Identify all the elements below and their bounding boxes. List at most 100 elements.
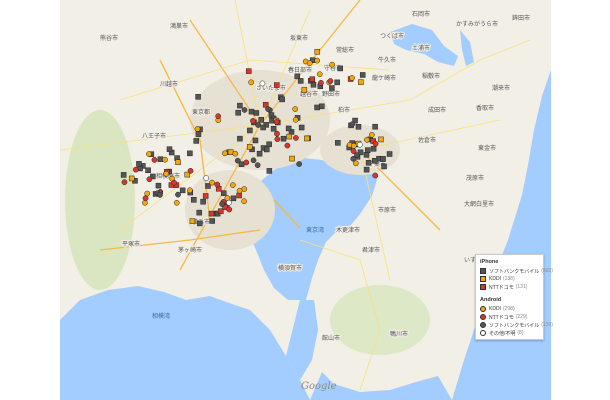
marker-square[interactable] xyxy=(196,220,203,227)
marker-circle[interactable] xyxy=(171,179,177,186)
marker-circle[interactable] xyxy=(306,60,313,66)
marker-square[interactable] xyxy=(208,210,215,217)
marker-square[interactable] xyxy=(335,140,341,146)
marker-square[interactable] xyxy=(359,72,366,78)
marker-square[interactable] xyxy=(246,144,253,150)
marker-square[interactable] xyxy=(235,109,241,116)
marker-square[interactable] xyxy=(191,197,197,203)
marker-square[interactable] xyxy=(314,104,320,111)
marker-circle[interactable] xyxy=(316,71,323,78)
marker-circle[interactable] xyxy=(318,79,324,86)
marker-circle[interactable] xyxy=(273,119,280,125)
marker-square[interactable] xyxy=(378,136,384,143)
marker-circle[interactable] xyxy=(194,126,201,132)
marker-circle[interactable] xyxy=(209,179,215,186)
marker-circle[interactable] xyxy=(142,195,149,202)
marker-square[interactable] xyxy=(365,147,371,153)
marker-square[interactable] xyxy=(245,68,252,74)
marker-circle[interactable] xyxy=(274,130,280,137)
marker-square[interactable] xyxy=(370,146,377,152)
marker-circle[interactable] xyxy=(254,162,261,168)
marker-square[interactable] xyxy=(381,163,387,170)
marker-circle[interactable] xyxy=(349,75,355,81)
marker-square[interactable] xyxy=(280,135,287,142)
marker-circle[interactable] xyxy=(349,121,356,127)
marker-square[interactable] xyxy=(274,82,280,88)
marker-square[interactable] xyxy=(365,160,372,166)
marker-square[interactable] xyxy=(358,79,364,85)
marker-circle[interactable] xyxy=(293,135,299,141)
marker-square[interactable] xyxy=(237,102,243,109)
marker-circle[interactable] xyxy=(329,61,336,68)
marker-square[interactable] xyxy=(179,187,186,194)
marker-circle[interactable] xyxy=(163,170,170,177)
marker-square[interactable] xyxy=(372,123,378,130)
marker-square[interactable] xyxy=(363,166,370,173)
marker-circle[interactable] xyxy=(350,142,357,149)
marker-square[interactable] xyxy=(286,133,292,140)
marker-circle[interactable] xyxy=(241,198,247,205)
marker-square[interactable] xyxy=(260,124,266,131)
marker-square[interactable] xyxy=(189,218,196,224)
marker-square[interactable] xyxy=(187,150,193,157)
marker-square[interactable] xyxy=(128,175,135,182)
marker-square[interactable] xyxy=(193,138,199,144)
marker-circle[interactable] xyxy=(259,80,266,87)
marker-square[interactable] xyxy=(248,108,255,115)
marker-circle[interactable] xyxy=(215,113,221,120)
marker-circle[interactable] xyxy=(327,78,334,84)
marker-square[interactable] xyxy=(237,135,243,142)
marker-square[interactable] xyxy=(236,192,242,199)
marker-square[interactable] xyxy=(314,48,321,55)
marker-square[interactable] xyxy=(196,209,203,216)
marker-square[interactable] xyxy=(136,161,142,167)
marker-circle[interactable] xyxy=(144,190,151,197)
marker-circle[interactable] xyxy=(226,206,233,213)
marker-square[interactable] xyxy=(155,182,162,189)
marker-circle[interactable] xyxy=(203,175,210,181)
marker-circle[interactable] xyxy=(175,191,181,198)
marker-circle[interactable] xyxy=(292,116,299,123)
marker-circle[interactable] xyxy=(243,159,250,166)
marker-circle[interactable] xyxy=(187,187,193,194)
marker-square[interactable] xyxy=(329,85,335,91)
marker-circle[interactable] xyxy=(214,181,221,188)
marker-circle[interactable] xyxy=(226,199,232,206)
marker-square[interactable] xyxy=(253,110,260,116)
marker-circle[interactable] xyxy=(151,157,158,163)
marker-circle[interactable] xyxy=(284,142,291,149)
marker-circle[interactable] xyxy=(250,117,256,124)
marker-square[interactable] xyxy=(202,193,209,199)
marker-square[interactable] xyxy=(285,125,292,132)
marker-square[interactable] xyxy=(256,150,263,157)
marker-circle[interactable] xyxy=(221,150,228,157)
marker-circle[interactable] xyxy=(230,182,236,188)
marker-square[interactable] xyxy=(304,135,310,142)
marker-square[interactable] xyxy=(309,76,316,82)
marker-circle[interactable] xyxy=(354,152,360,158)
marker-circle[interactable] xyxy=(250,157,257,164)
marker-square[interactable] xyxy=(258,117,264,123)
marker-square[interactable] xyxy=(355,124,362,130)
marker-circle[interactable] xyxy=(356,141,363,148)
marker-circle[interactable] xyxy=(369,131,375,138)
marker-square[interactable] xyxy=(175,159,181,165)
map-canvas[interactable]: つくば市 かすみがうら市 鉾田市 石岡市 土浦市 牛久市 常総市 坂東市 守谷市 龍ケ崎市 稲敷市潮… xyxy=(60,0,551,400)
marker-square[interactable] xyxy=(227,149,234,155)
marker-square[interactable] xyxy=(120,172,127,178)
marker-circle[interactable] xyxy=(162,156,168,163)
marker-square[interactable] xyxy=(289,155,295,162)
marker-circle[interactable] xyxy=(219,201,225,207)
marker-square[interactable] xyxy=(297,78,304,84)
marker-square[interactable] xyxy=(166,146,173,152)
marker-square[interactable] xyxy=(319,103,325,110)
marker-circle[interactable] xyxy=(255,122,261,128)
marker-square[interactable] xyxy=(363,152,370,158)
marker-square[interactable] xyxy=(298,124,305,131)
marker-square[interactable] xyxy=(145,167,151,174)
marker-square[interactable] xyxy=(263,146,270,153)
marker-circle[interactable] xyxy=(364,136,370,143)
marker-square[interactable] xyxy=(279,96,285,103)
marker-circle[interactable] xyxy=(292,106,299,112)
marker-square[interactable] xyxy=(371,158,378,164)
